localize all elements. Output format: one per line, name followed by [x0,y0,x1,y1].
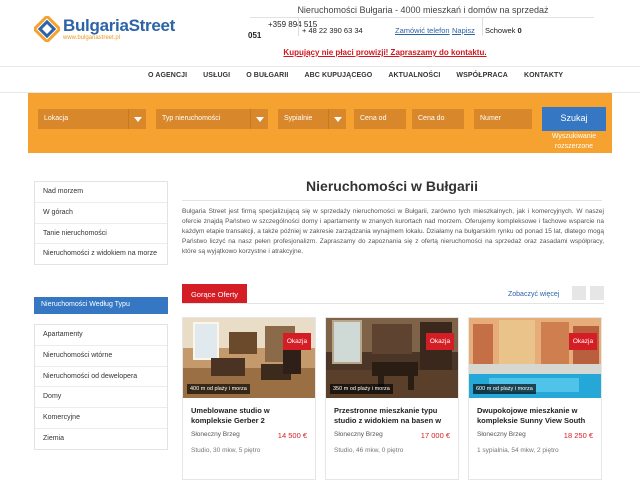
offer-card[interactable]: Okazja 600 m od plaży i morza Dwupokojow… [468,317,602,480]
sidebar-item-seaside[interactable]: Nad morzem [35,182,167,203]
bedrooms-select[interactable]: Sypialnie [278,109,346,129]
deal-badge: Okazja [283,333,311,350]
clipboard-label: Schowek [485,26,516,35]
nav-services[interactable]: USŁUGI [195,72,238,79]
offer-card[interactable]: Okazja 400 m od plaży i morza Umeblowane… [182,317,316,480]
carousel-prev-button[interactable] [572,286,586,300]
sidebar-item-resale[interactable]: Nieruchomości wtórne [35,346,167,367]
property-type-select-label: Typ nieruchomości [162,115,221,122]
promo-banner[interactable]: Kupujący nie płaci prowizji! Zapraszamy … [240,48,530,57]
tab-hot-offers[interactable]: Gorące Oferty [182,284,247,304]
header-separator [298,18,299,36]
offers-divider [182,303,604,304]
sidebar-item-apartments[interactable]: Apartamenty [35,325,167,346]
sidebar-item-mountains[interactable]: W górach [35,203,167,224]
property-type-select[interactable]: Typ nieruchomości [156,109,268,129]
intro-text: Bulgaria Street jest firmą specjalizując… [182,208,604,256]
offer-location: Słoneczny Brzeg [477,431,526,438]
bedrooms-select-label: Sypialnie [284,115,313,122]
offer-title[interactable]: Przestronne mieszkanie typu studio z wid… [326,398,458,428]
sidebar-type-heading: Nieruchomości Według Typu [34,297,168,314]
offer-card[interactable]: Okazja 350 m od plaży i morza Przestronn… [325,317,459,480]
deal-badge: Okazja [426,333,454,350]
offer-location: Słoneczny Brzeg [334,431,383,438]
logo-url: www.bulgariastreet.pl [63,35,121,41]
offer-location: Słoneczny Brzeg [191,431,240,438]
offer-specs: 1 sypialnia, 54 mkw, 2 piętro [477,447,559,454]
offer-price: 14 500 € [277,431,307,440]
sidebar-item-developer[interactable]: Nieruchomości od dewelopera [35,367,167,388]
chevron-down-icon [250,109,268,129]
offer-title[interactable]: Umeblowane studio w kompleksie Gerber 2 [183,398,315,428]
sidebar-item-commercial[interactable]: Komercyjne [35,408,167,429]
offer-specs: Studio, 46 mkw, 0 piętro [334,447,404,454]
beach-distance: 350 m od plaży i morza [330,384,393,394]
nav-cooperation[interactable]: WSPÓŁPRACA [448,72,516,79]
nav-news[interactable]: AKTUALNOŚCI [380,72,448,79]
price-from-input[interactable]: Cena od [354,109,406,129]
nav-divider [0,66,640,67]
see-more-link[interactable]: Zobaczyć więcej [508,291,559,298]
carousel-next-button[interactable] [590,286,604,300]
beach-distance: 600 m od plaży i morza [473,384,536,394]
advanced-search-link[interactable]: Wyszukiwanie rozszerzone [542,132,606,152]
chevron-down-icon [128,109,146,129]
sidebar-item-sea-view[interactable]: Nieruchomości z widokiem na morze [35,244,167,264]
offer-price: 18 250 € [563,431,593,440]
header-separator [482,18,483,36]
phone-bg-suffix: 051 [248,31,262,40]
clipboard-count: 0 [517,26,522,35]
offer-title[interactable]: Dwupokojowe mieszkanie w kompleksie Sunn… [469,398,601,428]
header-divider [250,17,594,18]
phone-pl[interactable]: + 48 22 390 63 34 [302,26,363,35]
offer-photo[interactable]: Okazja 600 m od plaży i morza [469,318,601,398]
sidebar-item-cheap[interactable]: Tanie nieruchomości [35,224,167,245]
title-divider [182,200,602,201]
logo-icon [32,14,62,44]
logo-name: BulgariaStreet [63,16,176,35]
write-link[interactable]: Napisz [452,26,475,35]
site-tagline: Nieruchomości Bułgaria - 4000 mieszkań i… [297,5,549,15]
offer-price: 17 000 € [420,431,450,440]
deal-badge: Okazja [569,333,597,350]
offer-specs: Studio, 30 mkw, 5 piętro [191,447,261,454]
clipboard[interactable]: Schowek 0 [485,26,522,35]
location-categories: Nad morzem W górach Tanie nieruchomości … [34,181,168,266]
location-select-label: Lokacja [44,115,69,122]
chevron-down-icon [328,109,346,129]
search-button[interactable]: Szukaj [542,107,606,131]
nav-contacts[interactable]: KONTAKTY [516,72,571,79]
logo[interactable]: BulgariaStreet www.bulgariastreet.pl [32,12,184,46]
page-title: Nieruchomości w Bułgarii [306,178,478,194]
offer-photo[interactable]: Okazja 400 m od plaży i morza [183,318,315,398]
nav-bulgaria[interactable]: O BUŁGARII [238,72,296,79]
type-categories: Apartamenty Nieruchomości wtórne Nieruch… [34,324,168,450]
sidebar-item-land[interactable]: Ziemia [35,429,167,449]
nav-about[interactable]: O AGENCJI [140,72,195,79]
location-select[interactable]: Lokacja [38,109,146,129]
price-to-input[interactable]: Cena do [412,109,464,129]
sidebar-item-houses[interactable]: Domy [35,387,167,409]
offer-photo[interactable]: Okazja 350 m od plaży i morza [326,318,458,398]
main-nav: O AGENCJI USŁUGI O BUŁGARII ABC KUPUJĄCE… [140,72,571,79]
request-call-link[interactable]: Zamówić telefon [395,26,450,35]
beach-distance: 400 m od plaży i morza [187,384,250,394]
offer-number-input[interactable]: Numer [474,109,532,129]
nav-buyer-guide[interactable]: ABC KUPUJĄCEGO [296,72,380,79]
